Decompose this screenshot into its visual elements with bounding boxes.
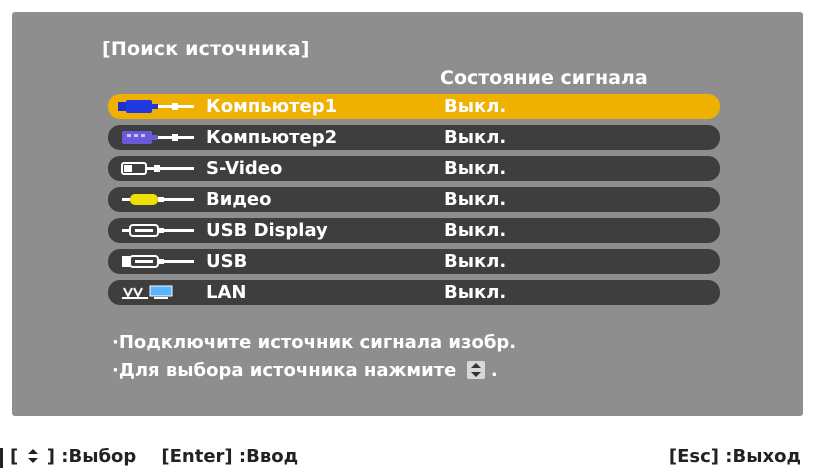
signal-status-header: Состояние сигнала xyxy=(440,67,648,89)
source-row-computer1[interactable]: Компьютер1 Выкл. xyxy=(108,94,720,119)
source-status: Выкл. xyxy=(444,158,507,179)
esc-key-hint: [Esc] :Выход xyxy=(668,446,801,467)
source-row-computer2[interactable]: Компьютер2 Выкл. xyxy=(108,125,720,150)
source-label: LAN xyxy=(206,282,247,303)
svideo-icon xyxy=(121,162,194,175)
source-row-lan[interactable]: LAN Выкл. xyxy=(108,280,720,305)
video-icon xyxy=(122,194,194,205)
source-label: Компьютер1 xyxy=(206,96,338,117)
updown-key-icon xyxy=(27,449,38,463)
source-label: S-Video xyxy=(206,158,283,179)
source-status: Выкл. xyxy=(444,189,507,210)
select-source-period: . xyxy=(490,360,498,381)
source-row-svideo[interactable]: S-Video Выкл. xyxy=(108,156,720,181)
dialog-title: [Поиск источника] xyxy=(102,38,310,60)
key-guide-footer: [ ] :Выбор [Enter] :Ввод [Esc] :Выход xyxy=(0,440,815,473)
source-status: Выкл. xyxy=(444,282,507,303)
connect-source-message: ·Подключите источник сигнала изобр. xyxy=(112,332,517,353)
source-status: Выкл. xyxy=(444,220,507,241)
usb-display-icon xyxy=(122,224,194,237)
source-search-dialog: [Поиск источника] Состояние сигнала Комп… xyxy=(12,12,803,416)
source-status: Выкл. xyxy=(444,251,507,272)
footer-divider xyxy=(0,448,3,468)
select-source-message: ·Для выбора источника нажмите . xyxy=(112,360,498,381)
source-status: Выкл. xyxy=(444,127,507,148)
source-row-usb-display[interactable]: USB Display Выкл. xyxy=(108,218,720,243)
select-key-open: [ xyxy=(10,446,19,467)
computer2-icon xyxy=(122,131,194,144)
lan-icon xyxy=(122,285,173,299)
footer-left-hints: [ ] :Выбор [Enter] :Ввод xyxy=(10,446,298,467)
source-status: Выкл. xyxy=(444,96,507,117)
source-label: USB xyxy=(206,251,248,272)
source-row-usb[interactable]: USB Выкл. xyxy=(108,249,720,274)
select-key-hint: ] :Выбор xyxy=(46,446,137,467)
select-source-text: ·Для выбора источника нажмите xyxy=(112,360,457,381)
source-label: USB Display xyxy=(206,220,328,241)
source-label: Компьютер2 xyxy=(206,127,338,148)
computer1-icon xyxy=(118,100,194,113)
enter-key-hint: [Enter] :Ввод xyxy=(161,446,299,467)
updown-button-icon xyxy=(466,361,485,379)
usb-icon xyxy=(122,255,194,268)
source-label: Видео xyxy=(206,189,272,210)
source-row-video[interactable]: Видео Выкл. xyxy=(108,187,720,212)
